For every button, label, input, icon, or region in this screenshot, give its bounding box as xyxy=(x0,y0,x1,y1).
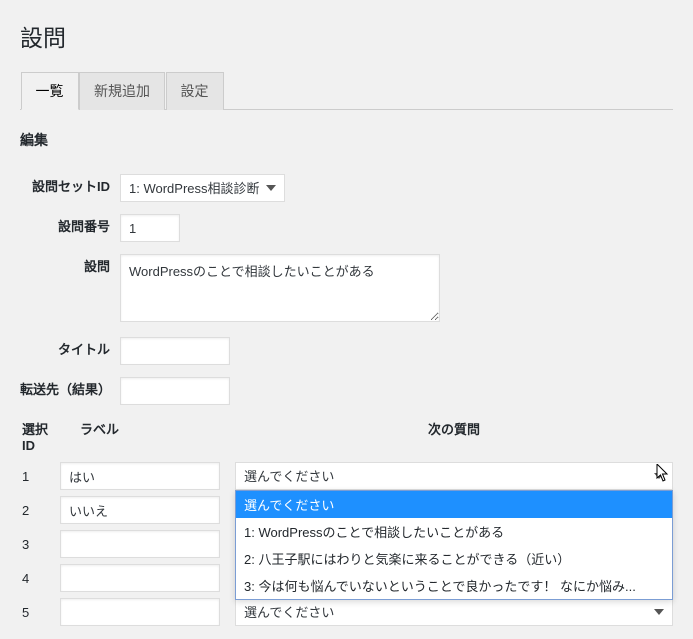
choice-label-input[interactable] xyxy=(60,496,220,524)
label-question: 設問 xyxy=(20,248,120,331)
choice-label-input[interactable] xyxy=(60,598,220,626)
forward-input[interactable] xyxy=(120,377,230,405)
number-input[interactable] xyxy=(120,214,180,242)
title-input[interactable] xyxy=(120,337,230,365)
choice-label-input[interactable] xyxy=(60,564,220,592)
nav-tabs: 一覧 新規追加 設定 xyxy=(20,71,673,110)
choice-next-select[interactable]: 選んでください xyxy=(235,462,673,490)
choice-row: 5 選んでください xyxy=(20,595,673,629)
header-choice-id: 選択ID xyxy=(20,419,60,453)
choice-id: 4 xyxy=(20,571,60,586)
dropdown-option[interactable]: 選んでください xyxy=(236,491,672,518)
label-forward: 転送先（結果） xyxy=(20,371,120,411)
choice-label-input[interactable] xyxy=(60,462,220,490)
tab-settings[interactable]: 設定 xyxy=(166,72,224,110)
tab-add[interactable]: 新規追加 xyxy=(79,72,165,110)
choice-id: 3 xyxy=(20,537,60,552)
label-title: タイトル xyxy=(20,331,120,371)
dropdown-option[interactable]: 2: 八王子駅にはわりと気楽に来ることができる（近い） xyxy=(236,545,672,572)
choice-label-input[interactable] xyxy=(60,530,220,558)
choice-id: 1 xyxy=(20,469,60,484)
choice-id: 2 xyxy=(20,503,60,518)
next-question-dropdown: 選んでください 1: WordPressのことで相談したいことがある 2: 八王… xyxy=(235,490,673,600)
section-edit-heading: 編集 xyxy=(20,130,673,150)
choice-row: 1 選んでください 選んでください 1: WordPressのことで相談したいこ… xyxy=(20,459,673,493)
set-id-select[interactable]: 1: WordPress相談診断 xyxy=(120,174,285,202)
choice-header: 選択ID ラベル 次の質問 xyxy=(20,411,673,459)
choice-id: 5 xyxy=(20,605,60,620)
header-choice-next: 次の質問 xyxy=(235,419,673,453)
label-number: 設問番号 xyxy=(20,208,120,248)
tab-list[interactable]: 一覧 xyxy=(21,72,79,110)
label-set-id: 設問セットID xyxy=(20,168,120,208)
header-choice-label: ラベル xyxy=(60,419,235,453)
page-title: 設問 xyxy=(20,10,673,57)
form-table: 設問セットID 1: WordPress相談診断 設問番号 設問 WordPre… xyxy=(20,168,673,411)
dropdown-option[interactable]: 3: 今は何も悩んでいないということで良かったです！ なにか悩み... xyxy=(236,572,672,599)
question-textarea[interactable]: WordPressのことで相談したいことがある xyxy=(120,254,440,322)
choice-next-select[interactable]: 選んでください xyxy=(235,598,673,626)
dropdown-option[interactable]: 1: WordPressのことで相談したいことがある xyxy=(236,518,672,545)
